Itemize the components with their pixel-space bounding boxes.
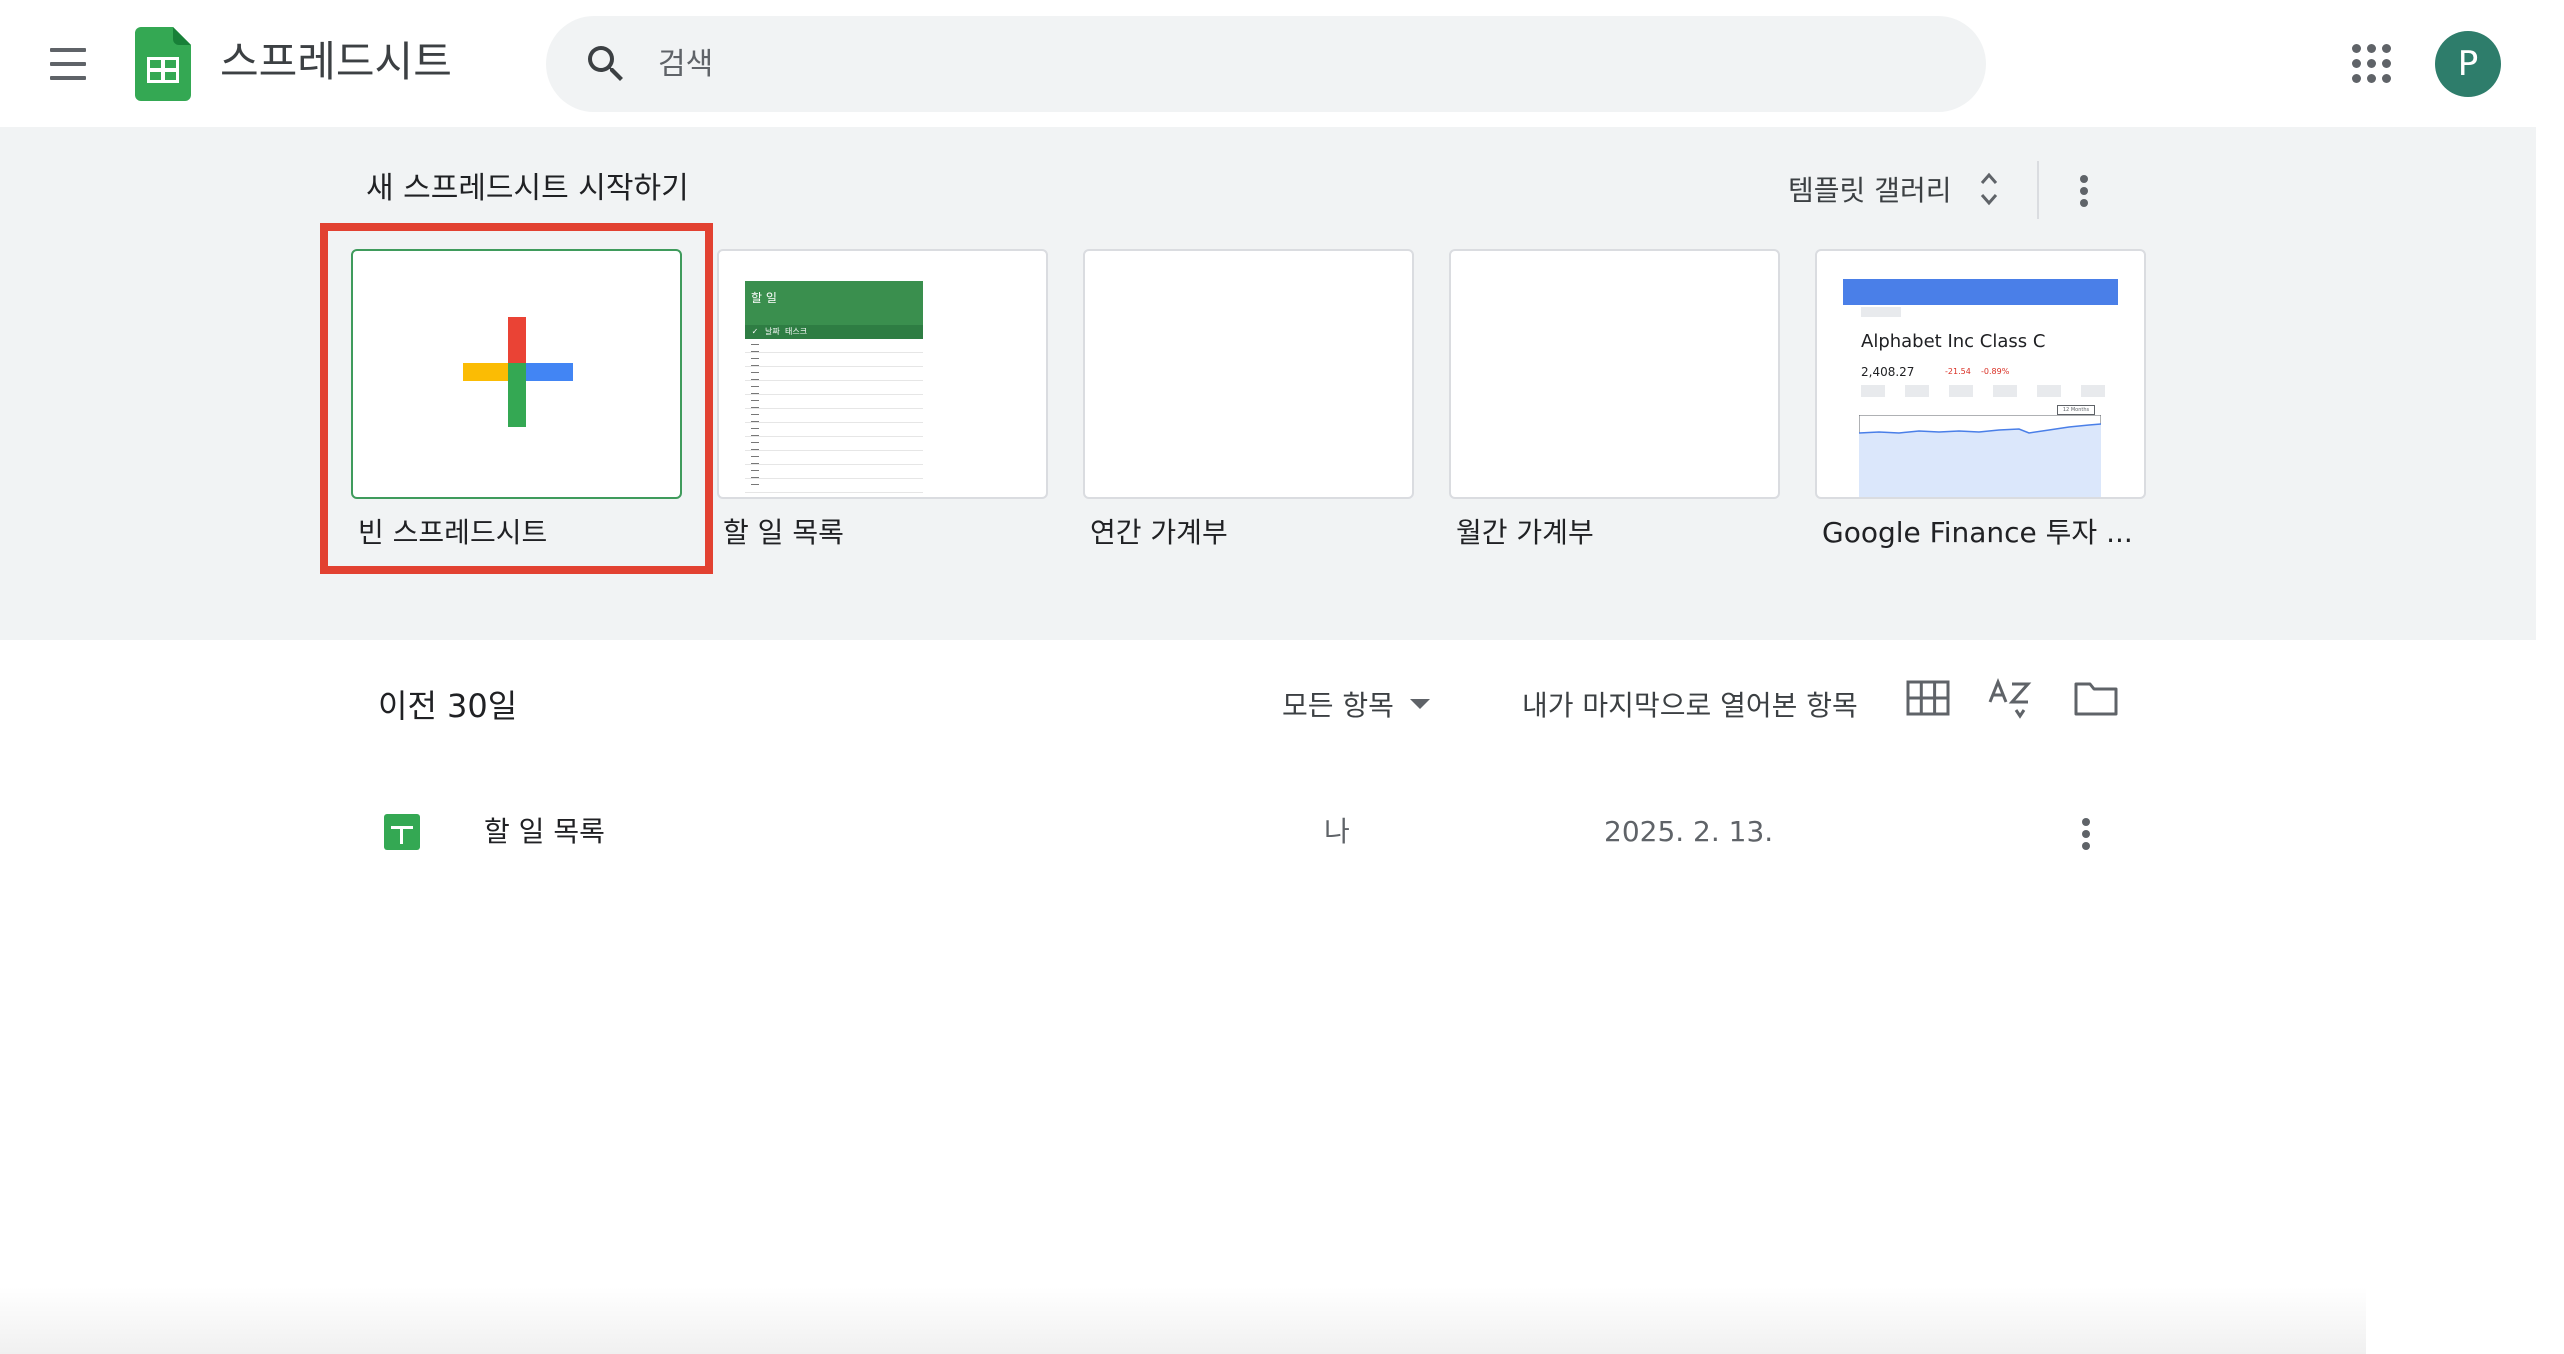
todo-preview-header: 할 일 — [745, 281, 923, 325]
recent-section-title: 이전 30일 — [378, 687, 518, 725]
template-section: 새 스프레드시트 시작하기 템플릿 갤러리 빈 스프레드시트 할 일 ✓ 날짜 … — [0, 127, 2536, 640]
sort-label: 내가 마지막으로 열어본 항목 — [1522, 689, 1858, 722]
avatar[interactable]: P — [2435, 31, 2501, 97]
file-more-options-icon[interactable] — [2062, 806, 2110, 862]
finance-preview-banner — [1843, 279, 2118, 305]
template-card-monthly-budget[interactable] — [1449, 249, 1780, 499]
template-more-options-icon[interactable] — [2060, 163, 2108, 219]
file-owner: 나 — [1324, 815, 1350, 848]
file-row[interactable]: 할 일 목록 나 2025. 2. 13. — [360, 800, 2110, 868]
sheets-file-icon — [384, 814, 420, 850]
main-menu-button[interactable] — [40, 40, 96, 88]
template-label-annual-budget[interactable]: 연간 가계부 — [1090, 513, 1228, 553]
grid-view-icon[interactable] — [1902, 672, 1954, 724]
template-label-finance[interactable]: Google Finance 투자 ... — [1822, 513, 2133, 553]
template-label-todo[interactable]: 할 일 목록 — [723, 513, 844, 553]
dropdown-arrow-icon — [1409, 699, 1430, 709]
app-title[interactable]: 스프레드시트 — [220, 34, 452, 90]
template-gallery-label: 템플릿 갤러리 — [1788, 174, 1952, 207]
finance-preview-price: 2,408.27 — [1861, 365, 1915, 379]
app-header: 스프레드시트 P — [0, 0, 2564, 127]
todo-preview-checkboxes — [751, 341, 759, 491]
finance-preview-stock-name: Alphabet Inc Class C — [1861, 331, 2046, 352]
unfold-icon — [1981, 172, 1998, 206]
folder-icon[interactable] — [2070, 672, 2122, 724]
bottom-shadow — [0, 1286, 2366, 1354]
file-date: 2025. 2. 13. — [1604, 815, 1774, 848]
owner-filter-dropdown[interactable]: 모든 항목 — [1282, 676, 1430, 732]
finance-preview-change: -21.54 — [1945, 367, 1971, 376]
search-input[interactable] — [658, 34, 1938, 94]
template-card-annual-budget[interactable] — [1083, 249, 1414, 499]
finance-preview-period: 12 Months — [2057, 405, 2095, 415]
plus-icon — [463, 317, 573, 427]
apps-grid-icon[interactable] — [2350, 42, 2394, 86]
template-card-finance[interactable]: Alphabet Inc Class C 2,408.27 -21.54 -0.… — [1815, 249, 2146, 499]
file-name[interactable]: 할 일 목록 — [484, 812, 605, 852]
todo-preview-title: 할 일 — [751, 291, 777, 305]
todo-preview-rows — [745, 339, 923, 497]
sort-az-icon[interactable] — [1986, 672, 2038, 724]
template-label-monthly-budget[interactable]: 월간 가계부 — [1456, 513, 1594, 553]
sheets-logo-icon[interactable] — [135, 27, 191, 101]
template-card-blank[interactable] — [351, 249, 682, 499]
finance-preview-change-pct: -0.89% — [1981, 367, 2010, 376]
owner-filter-label: 모든 항목 — [1282, 689, 1394, 722]
search-icon[interactable] — [582, 40, 630, 88]
template-card-todo[interactable]: 할 일 ✓ 날짜 태스크 — [717, 249, 1048, 499]
todo-preview-columns: ✓ 날짜 태스크 — [745, 325, 923, 339]
search-bar[interactable] — [546, 16, 1986, 112]
template-gallery-button[interactable]: 템플릿 갤러리 — [1780, 161, 2007, 217]
hamburger-menu-icon — [50, 48, 86, 52]
template-label-blank[interactable]: 빈 스프레드시트 — [358, 513, 547, 553]
divider — [2037, 161, 2039, 219]
finance-preview-chart — [1859, 415, 2101, 497]
section-title: 새 스프레드시트 시작하기 — [366, 171, 689, 206]
sort-dropdown[interactable]: 내가 마지막으로 열어본 항목 — [1522, 676, 1858, 732]
